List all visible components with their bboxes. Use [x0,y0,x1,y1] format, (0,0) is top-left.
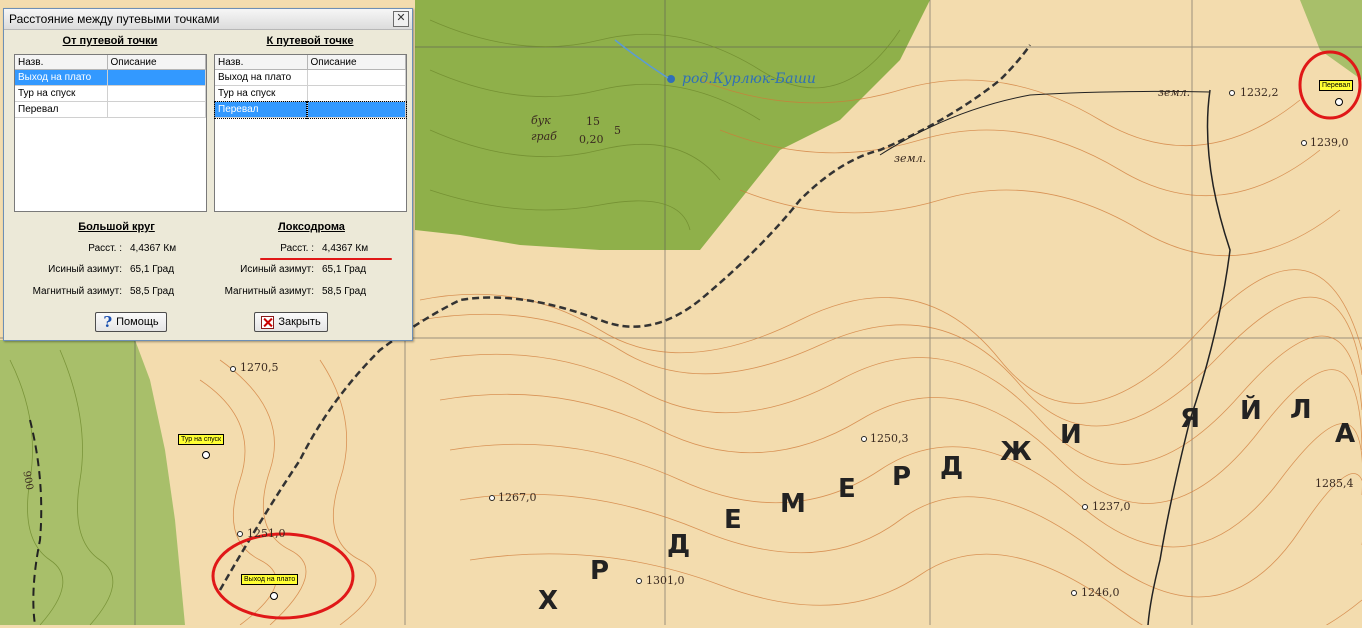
waypoint-distance-dialog: Расстояние между путевыми точками ✕ От п… [3,8,413,341]
list-item[interactable]: Выход на плато [215,69,406,86]
help-button-label: Помощь [116,316,159,328]
waypoint-marker-icon[interactable] [270,592,278,600]
loxodrome-distance-label: Расст. : [280,243,314,254]
loxodrome-magnetic-azimuth-label: Магнитный азимут: [224,286,314,297]
waypoint-flag-plateau-exit[interactable]: Выход на плато [241,574,299,585]
close-window-icon [261,315,275,329]
ridge-letter: Р [590,556,610,586]
waypoint-flag-descent-cairn[interactable]: Тур на спуск [178,434,225,445]
loxodrome-header: Локсодрома [278,221,345,233]
ridge-letter: Л [1290,395,1312,425]
ridge-letter: Я [1180,404,1201,434]
forest-value-bottom: 0,20 [579,133,604,146]
ridge-letter: Й [1240,396,1262,426]
close-button[interactable]: Закрыть [254,312,328,332]
to-waypoint-list[interactable]: Назв. Описание Выход на плато Тур на спу… [214,54,407,212]
close-button-label: Закрыть [278,316,321,328]
ridge-letter: Е [724,505,742,535]
from-waypoint-header: От путевой точки [62,35,158,47]
great-circle-magnetic-azimuth-value: 58,5 Град [130,286,175,297]
question-icon: ? [103,313,113,331]
help-button[interactable]: ? Помощь [95,312,167,332]
list-item-description [107,101,206,118]
list-item-name: Выход на плато [215,69,308,86]
ridge-letter: М [780,489,806,519]
ridge-letter: И [1060,420,1082,450]
list-item-description [307,69,406,86]
elevation-label: 1250,3 [870,432,909,445]
forest-value-top: 15 [586,115,600,128]
ridge-letter: Д [667,530,691,560]
loxodrome-true-azimuth-value: 65,1 Град [322,264,367,275]
great-circle-distance-label: Расст. : [88,243,122,254]
ridge-letter: Д [940,452,964,482]
ridge-letter: Х [538,586,559,616]
ridge-letter: А [1335,419,1356,449]
to-waypoint-table: Назв. Описание Выход на плато Тур на спу… [214,55,407,119]
list-item-name: Тур на спуск [15,85,108,102]
forest-note-bottom: граб [531,130,557,143]
forest-note-top: бук [531,114,551,127]
list-item-description [107,69,206,86]
from-waypoint-list[interactable]: Назв. Описание Выход на плато Тур на спу… [14,54,207,212]
close-icon[interactable]: ✕ [393,11,409,27]
from-waypoint-table: Назв. Описание Выход на плато Тур на спу… [15,55,206,118]
loxodrome-distance-value: 4,4367 Км [322,243,369,254]
road-label: земл. [1158,86,1191,99]
ridge-letter: Ж [1000,437,1032,467]
list-item[interactable]: Тур на спуск [15,85,206,102]
elevation-label: 1285,4 [1315,477,1354,490]
list-item[interactable]: Перевал [15,101,206,118]
loxodrome-magnetic-azimuth-value: 58,5 Град [322,286,367,297]
list-item-name: Перевал [214,100,308,119]
great-circle-magnetic-azimuth-label: Магнитный азимут: [32,286,122,297]
list-item[interactable]: Выход на плато [15,69,206,86]
road-label: земл. [894,152,927,165]
column-header-description[interactable]: Описание [107,55,206,70]
list-item-name: Перевал [15,101,108,118]
forest-side: 5 [614,124,621,137]
spring-label: род.Курлюк-Баши [682,71,816,87]
column-header-name[interactable]: Назв. [215,55,308,70]
dialog-title: Расстояние между путевыми точками [9,12,220,26]
elevation-label: 1301,0 [646,574,685,587]
list-item-description [306,100,407,119]
great-circle-true-azimuth-label: Исиный азимут: [48,264,122,275]
elevation-label: 1270,5 [240,361,279,374]
great-circle-true-azimuth-value: 65,1 Град [130,264,175,275]
elevation-label: 1267,0 [498,491,537,504]
list-item-name: Выход на плато [15,69,108,86]
dialog-titlebar[interactable]: Расстояние между путевыми точками ✕ [4,9,412,30]
ridge-letter: Е [838,474,856,504]
column-header-name[interactable]: Назв. [15,55,108,70]
red-underline-annotation [260,258,392,260]
ridge-letter: Р [892,462,912,492]
great-circle-header: Большой круг [78,221,155,233]
loxodrome-true-azimuth-label: Исиный азимут: [240,264,314,275]
to-waypoint-header: К путевой точке [266,35,354,47]
elevation-label: 1251,0 [247,527,286,540]
waypoint-marker-icon[interactable] [1335,98,1343,106]
list-item-description [107,85,206,102]
list-item-name: Тур на спуск [215,85,308,102]
column-header-description[interactable]: Описание [307,55,406,70]
great-circle-distance-value: 4,4367 Км [130,243,177,254]
list-item[interactable]: Перевал [214,100,407,119]
list-item-description [307,85,406,102]
waypoint-flag-pass[interactable]: Перевал [1319,80,1354,91]
elevation-label: 1246,0 [1081,586,1120,599]
waypoint-marker-icon[interactable] [202,451,210,459]
elevation-label: 1232,2 [1240,86,1279,99]
elevation-label: 1239,0 [1310,136,1349,149]
list-item[interactable]: Тур на спуск [215,85,406,102]
elevation-label: 1237,0 [1092,500,1131,513]
